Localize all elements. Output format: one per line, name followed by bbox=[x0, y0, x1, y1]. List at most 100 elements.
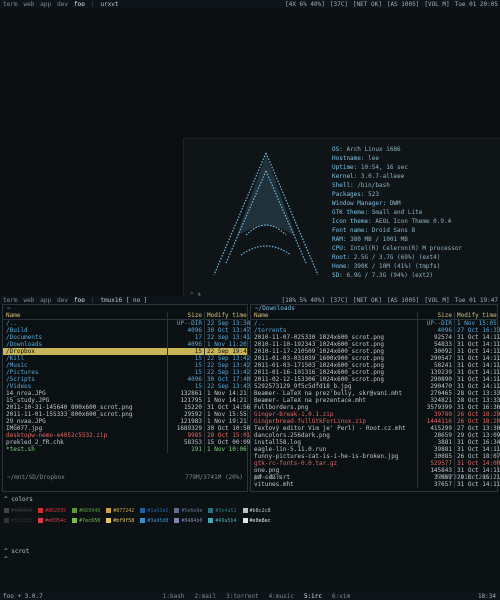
file-row[interactable]: gtk-rc-fonts-0.0.tar.gz 529577 31 Oct 14:0… bbox=[251, 460, 500, 467]
temp-stat: [37C] bbox=[329, 296, 348, 304]
file-row[interactable]: 14_nroa.JPG 132861 1 Nov 14:21 bbox=[3, 390, 247, 397]
header-name[interactable]: Name bbox=[3, 312, 167, 319]
task-item[interactable]: 1:bash bbox=[163, 593, 185, 600]
file-row[interactable]: 2011-01-16-101316_1024x600_scrot.png 1392… bbox=[251, 369, 500, 376]
color-swatch: #862035 bbox=[38, 507, 66, 515]
file-row[interactable]: 2011-01-03-171503_1024x600_scrot.png 5824… bbox=[251, 362, 500, 369]
file-name: 15_study.JPG bbox=[6, 397, 50, 404]
file-row[interactable]: dancolors.256dark.png 28659 29 Oct 13:09 bbox=[251, 432, 500, 439]
file-row[interactable]: Beamer- LaTeX na prez'bully, skr@vani.mh… bbox=[251, 390, 500, 397]
color-palette-row: #444444 #862035 #669940 #877242 #1a63a5 #5e6e… bbox=[4, 507, 277, 515]
file-name: Textový editor Vim je' Perl) - Root.cz.m… bbox=[254, 425, 406, 432]
top-status-bar: term web app dev foo | urxvt [4X 6% 40%]… bbox=[0, 0, 500, 8]
file-row[interactable]: Textový editor Vim je' Perl) - Root.cz.m… bbox=[251, 425, 500, 432]
color-hex: #669940 bbox=[79, 508, 101, 514]
file-row[interactable]: /Downloads 4096 1 Nov 11:20 bbox=[3, 341, 247, 348]
file-row[interactable]: 2011-02-12-153306_1024x600_scrot.png 2908… bbox=[251, 376, 500, 383]
workspace-web[interactable]: web bbox=[20, 297, 37, 304]
header-time[interactable]: Modify time bbox=[454, 312, 497, 319]
workspace-web[interactable]: web bbox=[20, 1, 37, 8]
file-row[interactable]: Ginger-Break-1.0.1.zip 39780 26 Oct 18:29 bbox=[251, 411, 500, 418]
task-item-active[interactable]: 5:irc bbox=[304, 593, 322, 600]
file-row[interactable]: 2011-11-01-155333_800x600_scrot.png 29592… bbox=[3, 411, 247, 418]
colors-terminal[interactable]: ^ colors #444444 #862035 #669940 #877242 #1a… bbox=[0, 492, 500, 592]
file-name: /torrents bbox=[254, 327, 287, 334]
file-row[interactable]: Fullborders.png 3579399 31 Oct 16:30 bbox=[251, 404, 500, 411]
file-row[interactable]: 15_study.JPG 121795 1 Nov 14:21 bbox=[3, 397, 247, 404]
file-row[interactable]: /Music 15 22 Sep 13:42 bbox=[3, 362, 250, 369]
workspace-dev[interactable]: dev bbox=[54, 297, 71, 304]
file-row[interactable]: 2010-11-17-210509_1024x600_scrot.png 3009… bbox=[251, 348, 500, 355]
file-mtime: 31 Oct 14:11 bbox=[454, 383, 500, 390]
file-row[interactable]: *test.sh 191 1 Nov 10:06 bbox=[3, 446, 247, 453]
file-size: 191 bbox=[167, 446, 204, 453]
file-row[interactable]: eagle-lin-5.11.0.run 39881 31 Oct 14:11 bbox=[251, 446, 500, 453]
header-time[interactable]: Modify time bbox=[204, 312, 247, 319]
file-size: 30085 bbox=[417, 453, 454, 460]
task-item[interactable]: 3:torrent bbox=[226, 593, 259, 600]
file-row[interactable]: one.png 145843 31 Oct 14:11 bbox=[251, 467, 500, 474]
file-size: 3579399 bbox=[417, 404, 454, 411]
file-row[interactable]: vitunes.mht 37657 31 Oct 14:11 bbox=[251, 481, 500, 488]
file-row[interactable]: 29_nvaa.JPG 121983 1 Nov 19:21 bbox=[3, 418, 247, 425]
color-hex: #e0e8ec bbox=[249, 518, 271, 524]
file-name: dancolors.256dark.png bbox=[254, 432, 330, 439]
file-row[interactable]: /.. UP--DIR 22 Sep 13:34 bbox=[3, 320, 250, 327]
file-row[interactable]: 2011-10-31-145640_800x600_scrot.png 15220… bbox=[3, 404, 250, 411]
file-row[interactable]: 2011-01-03-031039_1600x900_scrot.png 2905… bbox=[251, 355, 500, 362]
file-row[interactable]: /Documents 17 22 Sep 13:41 bbox=[3, 334, 250, 341]
file-row[interactable]: /Build 4096 30 Oct 13:47 bbox=[3, 327, 250, 334]
file-row[interactable]: install58.log 3881 31 Oct 16:34 bbox=[251, 439, 500, 446]
file-row[interactable]: desktopw-nemo-e4052c5532.zip 9985 28 Oct 1… bbox=[3, 432, 250, 439]
task-item[interactable]: 2:mail bbox=[194, 593, 216, 600]
file-row[interactable]: /Kill 15 22 Sep 13:42 bbox=[3, 355, 250, 362]
file-row[interactable]: prekled_2_fR.chk 58353 15 Oct 00:09 bbox=[3, 439, 250, 446]
color-box bbox=[208, 508, 214, 513]
file-row[interactable]: /Videos 15 22 Sep 13:43 bbox=[3, 383, 250, 390]
file-row[interactable]: /Scripts 4096 30 Oct 17:40 bbox=[3, 376, 250, 383]
file-mtime: 31 Oct 14:00 bbox=[454, 460, 500, 467]
file-row[interactable]: 2010-11-10-192343_1024x600_scrot.png 5483… bbox=[251, 341, 500, 348]
file-mtime: 22 Sep 13:41 bbox=[204, 334, 250, 341]
file-size: 30092 bbox=[417, 348, 454, 355]
workspace-app[interactable]: app bbox=[37, 1, 54, 8]
file-row[interactable]: /Dropbox 15 22 Sep 19:41 bbox=[3, 348, 250, 355]
desktop-area: OS: Arch Linux i686 Hostname: lee Uptime… bbox=[0, 8, 500, 303]
header-size[interactable]: Size bbox=[417, 312, 454, 319]
left-pane[interactable]: ~ Name Size Modify time /.. UP--DIR 22 Sep… bbox=[2, 304, 250, 492]
workspace-app[interactable]: app bbox=[37, 297, 54, 304]
task-item[interactable]: 6:vim bbox=[332, 593, 350, 600]
file-row[interactable]: Gingerbread-fullGtkForLinux.zip 1444116 26… bbox=[251, 418, 500, 425]
bottom-status-bar: foo + 3.0.7 1:bash 2:mail 3:torrent 4:mu… bbox=[0, 592, 500, 600]
sysinfo-list: OS: Arch Linux i686 Hostname: lee Uptime… bbox=[332, 146, 463, 279]
header-size[interactable]: Size bbox=[167, 312, 204, 319]
sysinfo-terminal[interactable]: OS: Arch Linux i686 Hostname: lee Uptime… bbox=[183, 138, 500, 303]
file-mtime: 31 Oct 14:11 bbox=[454, 355, 500, 362]
file-row[interactable]: 5292573129_9f5c5dfd18_b.jpg 290470 31 Oct … bbox=[251, 383, 500, 390]
color-box bbox=[106, 508, 112, 513]
file-row[interactable]: /Pictures 15 22 Sep 13:42 bbox=[3, 369, 250, 376]
workspace-term[interactable]: term bbox=[0, 297, 20, 304]
file-row[interactable]: /.. UP--DIR 1 Nov 15:05 bbox=[251, 320, 497, 327]
file-mtime: 28 Oct 15:01 bbox=[204, 432, 250, 439]
command-line: ^ scrot bbox=[4, 548, 30, 555]
file-name: /Documents bbox=[6, 334, 43, 341]
file-row[interactable]: IMG077.jpg 1689329 30 Oct 10:50 bbox=[3, 425, 250, 432]
color-box bbox=[72, 518, 78, 523]
file-row[interactable]: funny-pictures-cat-is-i-he-is-broken.jpg… bbox=[251, 453, 500, 460]
clock: 18:34 bbox=[477, 592, 496, 600]
workspace-foo[interactable]: foo bbox=[71, 297, 88, 304]
file-mtime: 1 Nov 19:21 bbox=[204, 418, 247, 425]
right-pane[interactable]: ~/Downloads Name Size Modify time /.. UP-… bbox=[250, 304, 500, 492]
file-mtime: 27 Oct 13:30 bbox=[454, 425, 500, 432]
workspace-dev[interactable]: dev bbox=[54, 1, 71, 8]
header-name[interactable]: Name bbox=[251, 312, 417, 319]
file-row[interactable]: Beamer- LaTeX na prezentace.mht 324821 28 … bbox=[251, 397, 500, 404]
file-row[interactable]: /torrents 4096 27 Oct 16:33 bbox=[251, 327, 500, 334]
task-item[interactable]: 4:music bbox=[269, 593, 294, 600]
file-row[interactable]: 2010-11-07-025330_1024x600_scrot.png 9257… bbox=[251, 334, 500, 341]
terminal-prompt[interactable]: ^ bbox=[4, 556, 8, 563]
workspace-foo[interactable]: foo bbox=[71, 1, 88, 8]
file-name: 5292573129_9f5c5dfd18_b.jpg bbox=[254, 383, 352, 390]
workspace-term[interactable]: term bbox=[0, 1, 20, 8]
